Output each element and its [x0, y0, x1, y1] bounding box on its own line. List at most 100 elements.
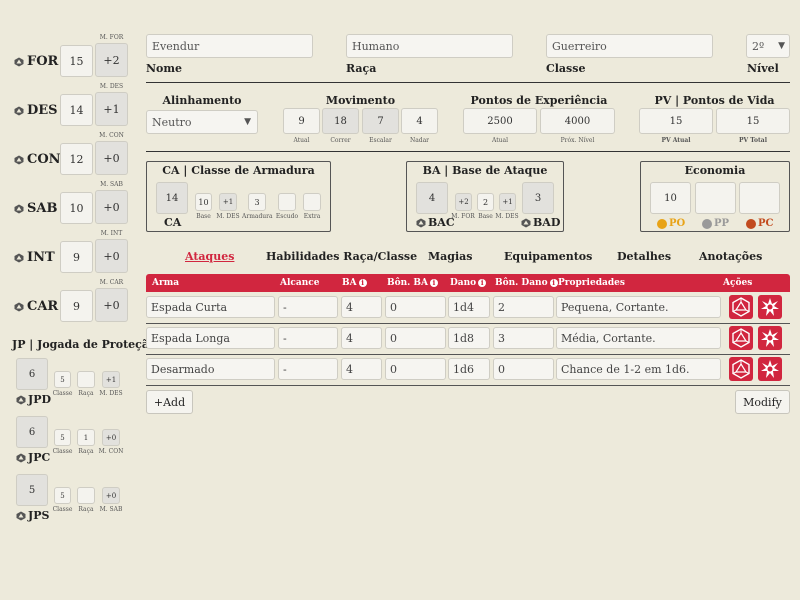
cell-propriedades[interactable]: Média, Cortante.	[556, 327, 721, 349]
d20-icon	[16, 511, 26, 521]
info-icon[interactable]: i	[549, 279, 558, 287]
tab-detalhes[interactable]: Detalhes	[617, 250, 671, 263]
save-label-jpc: JPC	[16, 451, 50, 464]
ca-base[interactable]: 10	[195, 193, 212, 211]
d20-icon	[14, 106, 24, 116]
silver-input[interactable]	[695, 182, 736, 214]
cell-arma[interactable]: Espada Longa	[146, 327, 275, 349]
cell-dano[interactable]: 1d6	[448, 358, 490, 380]
alignment-select[interactable]: Neutro ▼	[146, 110, 258, 134]
save-raca-jps[interactable]	[77, 487, 95, 504]
movement-value-3[interactable]: 4	[401, 108, 438, 134]
ca-escudo-label: Escudo	[275, 213, 299, 220]
add-button[interactable]: +Add	[146, 390, 193, 414]
attr-abbr-car: CAR	[27, 299, 59, 314]
armor-class-label: CA	[164, 216, 182, 229]
ca-armadura[interactable]: 3	[248, 193, 266, 211]
silver-label: PP	[702, 218, 729, 229]
xp-next[interactable]: 4000	[540, 108, 615, 134]
save-classe-jpc[interactable]: 5	[54, 429, 71, 446]
cell-alcance[interactable]: -	[278, 327, 338, 349]
economy-title: Economia	[684, 164, 746, 177]
ca-extra[interactable]	[303, 193, 321, 211]
hp-current[interactable]: 15	[639, 108, 713, 134]
save-raca-jpc[interactable]: 1	[77, 429, 95, 446]
race-input[interactable]: Humano	[346, 34, 513, 58]
col-dano-text: Dano	[450, 278, 477, 288]
ba-base[interactable]: 2	[477, 193, 494, 211]
cell-bon-dano[interactable]: 0	[493, 358, 554, 380]
roll-attack-icon[interactable]	[729, 295, 753, 319]
roll-attack-icon[interactable]	[729, 357, 753, 381]
modify-button[interactable]: Modify	[735, 390, 790, 414]
roll-attack-icon[interactable]	[729, 326, 753, 350]
roll-damage-icon[interactable]	[758, 326, 782, 350]
save-classe-jpd[interactable]: 5	[54, 371, 71, 388]
name-input[interactable]: Evendur	[146, 34, 313, 58]
cell-ba[interactable]: 4	[341, 327, 382, 349]
cell-arma[interactable]: Espada Curta	[146, 296, 275, 318]
class-input[interactable]: Guerreiro	[546, 34, 713, 58]
xp-current[interactable]: 2500	[463, 108, 537, 134]
roll-damage-icon[interactable]	[758, 357, 782, 381]
info-icon[interactable]: i	[478, 279, 487, 287]
cell-bon-ba[interactable]: 0	[385, 296, 446, 318]
tab-magias[interactable]: Magias	[428, 250, 473, 263]
bac-label: BAC	[416, 216, 455, 229]
movement-label-3: Nadar	[409, 137, 430, 144]
attr-value-des[interactable]: 14	[60, 94, 93, 126]
race-label: Raça	[346, 62, 377, 75]
cell-propriedades[interactable]: Chance de 1-2 em 1d6.	[556, 358, 721, 380]
attr-mod-int: +0	[95, 239, 128, 273]
gold-input[interactable]: 10	[650, 182, 691, 214]
attr-value-sab[interactable]: 10	[60, 192, 93, 224]
attr-mod-label-con: M. CON	[99, 132, 124, 139]
copper-input[interactable]	[739, 182, 780, 214]
cell-bon-dano[interactable]: 3	[493, 327, 554, 349]
save-classe-jps[interactable]: 5	[54, 487, 71, 504]
ba-mdes-label: M. DES	[495, 213, 519, 220]
save-raca-jpd[interactable]	[77, 371, 95, 388]
attr-abbr-des: DES	[27, 103, 58, 118]
silver-label-text: PP	[714, 218, 730, 229]
attr-value-for[interactable]: 15	[60, 45, 93, 77]
hp-title: PV | Pontos de Vida	[654, 94, 775, 107]
level-select[interactable]: 2º ▼	[746, 34, 790, 58]
divider	[146, 82, 790, 83]
cell-dano[interactable]: 1d8	[448, 327, 490, 349]
info-icon[interactable]: i	[358, 279, 367, 287]
copper-coin-icon	[746, 218, 756, 229]
cell-ba[interactable]: 4	[341, 358, 382, 380]
cell-bon-dano[interactable]: 2	[493, 296, 554, 318]
attr-value-con[interactable]: 12	[60, 143, 93, 175]
attr-value-car[interactable]: 9	[60, 290, 93, 322]
info-icon[interactable]: i	[430, 279, 439, 287]
d20-icon	[16, 453, 26, 463]
hp-total[interactable]: 15	[716, 108, 790, 134]
save-raca-label-jps: Raça	[78, 506, 94, 513]
save-raca-label-jpd: Raça	[78, 390, 94, 397]
roll-damage-icon[interactable]	[758, 295, 782, 319]
bad-label-text: BAD	[533, 216, 561, 229]
cell-bon-ba[interactable]: 0	[385, 358, 446, 380]
tab-anotacoes[interactable]: Anotações	[699, 250, 762, 263]
attr-abbr-sab: SAB	[27, 201, 58, 216]
movement-value-0[interactable]: 9	[283, 108, 320, 134]
col-ba-text: BA	[342, 278, 357, 288]
cell-bon-ba[interactable]: 0	[385, 327, 446, 349]
tab-habilidades[interactable]: Habilidades Raça/Classe	[266, 250, 417, 263]
ca-base-label: Base	[196, 213, 211, 220]
cell-alcance[interactable]: -	[278, 358, 338, 380]
cell-ba[interactable]: 4	[341, 296, 382, 318]
cell-alcance[interactable]: -	[278, 296, 338, 318]
attr-mod-sab: +0	[95, 190, 128, 224]
ca-escudo[interactable]	[278, 193, 296, 211]
attr-value-int[interactable]: 9	[60, 241, 93, 273]
cell-dano[interactable]: 1d4	[448, 296, 490, 318]
row-divider	[146, 385, 790, 386]
tab-ataques[interactable]: Ataques	[185, 250, 234, 263]
cell-propriedades[interactable]: Pequena, Cortante.	[556, 296, 721, 318]
tab-equipamentos[interactable]: Equipamentos	[504, 250, 592, 263]
d20-icon	[14, 204, 24, 214]
cell-arma[interactable]: Desarmado	[146, 358, 275, 380]
